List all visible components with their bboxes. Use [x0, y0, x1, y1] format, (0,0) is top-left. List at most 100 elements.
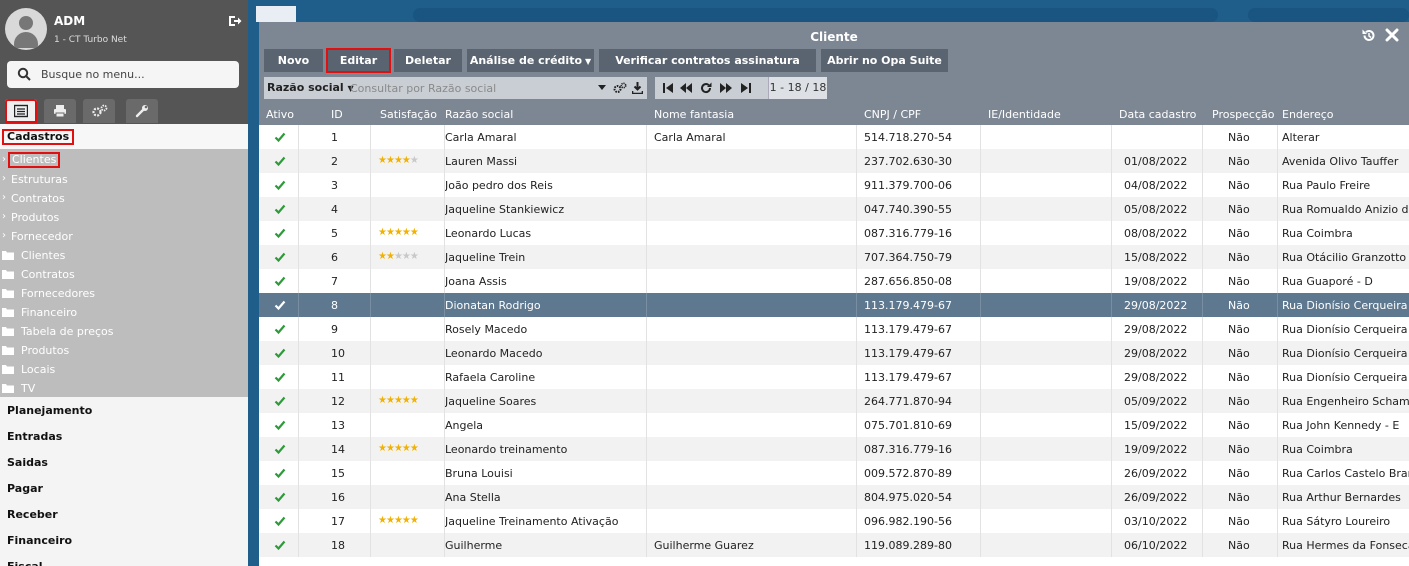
cell-cnpj-cpf: 113.179.479-67 [864, 323, 952, 336]
column-header[interactable]: Prospecção [1212, 108, 1275, 121]
tab-print[interactable] [44, 99, 76, 123]
menu-folder-item[interactable]: Tabela de preços [0, 322, 248, 341]
table-row[interactable]: 12 ★★★★★ Jaqueline Soares 264.771.870-94 05/… [259, 389, 1409, 413]
menu-section-item[interactable]: Entradas [7, 430, 62, 443]
first-page-icon[interactable] [662, 82, 674, 94]
cell-divider [1111, 317, 1112, 341]
table-row[interactable]: 13 Angela 075.701.810-69 15/09/2022 Não Rua J… [259, 413, 1409, 437]
table-row[interactable]: 7 Joana Assis 287.656.850-08 19/08/2022 Não R… [259, 269, 1409, 293]
open-opa-suite-button[interactable]: Abrir no Opa Suite [821, 49, 948, 72]
cell-divider [1111, 173, 1112, 197]
edit-button[interactable]: Editar [326, 48, 391, 73]
download-icon[interactable] [631, 82, 644, 97]
table-row[interactable]: 18 Guilherme Guilherme Guarez 119.089.289-8… [259, 533, 1409, 557]
cell-divider [1202, 293, 1203, 317]
menu-section-item[interactable]: Pagar [7, 482, 43, 495]
verify-contracts-button[interactable]: Verificar contratos assinatura digital [599, 49, 816, 90]
table-row[interactable]: 4 Jaqueline Stankiewicz 047.740.390-55 05/0… [259, 197, 1409, 221]
table-row[interactable]: 17 ★★★★★ Jaqueline Treinamento Ativação 096… [259, 509, 1409, 533]
menu-group-item[interactable]: › Contratos [0, 189, 248, 208]
menu-folder-item[interactable]: TV [0, 379, 248, 398]
menu-folder-item[interactable]: Fornecedores [0, 284, 248, 303]
table-row[interactable]: 16 Ana Stella 804.975.020-54 26/09/2022 Não R… [259, 485, 1409, 509]
delete-button[interactable]: Deletar [394, 49, 462, 72]
table-row[interactable]: 15 Bruna Louisi 009.572.870-89 26/09/2022 Nã… [259, 461, 1409, 485]
table-row[interactable]: 10 Leonardo Macedo 113.179.479-67 29/08/202… [259, 341, 1409, 365]
table-row[interactable]: 5 ★★★★★ Leonardo Lucas 087.316.779-16 08/08/… [259, 221, 1409, 245]
menu-group-item[interactable]: › Clientes [0, 151, 248, 170]
cell-divider [1111, 293, 1112, 317]
cell-data-cadastro: 15/08/2022 [1124, 251, 1188, 264]
column-header[interactable]: Ativo [266, 108, 294, 121]
cell-divider [980, 485, 981, 509]
menu-section-item[interactable]: Planejamento [7, 404, 92, 417]
logout-icon[interactable] [228, 14, 242, 28]
column-header[interactable]: Razão social [445, 108, 513, 121]
cell-divider [646, 485, 647, 509]
menu-group-item[interactable]: › Fornecedor [0, 227, 248, 246]
table-row[interactable]: 11 Rafaela Caroline 113.179.479-67 29/08/20… [259, 365, 1409, 389]
section-title[interactable]: Cadastros [2, 129, 75, 145]
restore-icon[interactable] [1361, 28, 1376, 43]
menu-item-label: Tabela de preços [21, 325, 114, 338]
cell-id: 14 [331, 443, 345, 456]
table-row[interactable]: 9 Rosely Macedo 113.179.479-67 29/08/2022 Nã… [259, 317, 1409, 341]
menu-folder-item[interactable]: Locais [0, 360, 248, 379]
cell-razao-social: Dionatan Rodrigo [445, 299, 541, 312]
tab-registers[interactable] [5, 99, 37, 123]
table-row[interactable]: 3 João pedro dos Reis 911.379.700-06 04/08/… [259, 173, 1409, 197]
cell-divider [856, 485, 857, 509]
menu-group-item[interactable]: › Produtos [0, 208, 248, 227]
previous-page-icon[interactable] [680, 82, 692, 94]
close-icon[interactable] [1385, 28, 1399, 42]
column-header[interactable]: Endereço [1282, 108, 1334, 121]
check-icon [274, 372, 286, 383]
cell-endereco: Rua Guaporé - D [1282, 275, 1373, 288]
menu-folder-item[interactable]: Contratos [0, 265, 248, 284]
cell-prospeccao: Não [1228, 347, 1250, 360]
dropdown-caret-icon[interactable] [597, 82, 607, 95]
next-page-icon[interactable] [720, 82, 732, 94]
column-header[interactable]: ID [331, 108, 343, 121]
last-page-icon[interactable] [740, 82, 752, 94]
menu-section-item[interactable]: Receber [7, 508, 58, 521]
table-row[interactable]: 14 ★★★★★ Leonardo treinamento 087.316.779-1… [259, 437, 1409, 461]
menu-section-item[interactable]: Fiscal [7, 560, 43, 566]
menu-search[interactable] [7, 61, 239, 88]
menu-folder-item[interactable]: Clientes [0, 246, 248, 265]
column-header[interactable]: Nome fantasia [654, 108, 734, 121]
table-row[interactable]: 6 ★★★★★ Jaqueline Trein 707.364.750-79 15/08… [259, 245, 1409, 269]
tab-settings[interactable] [83, 99, 115, 123]
filter-input[interactable] [350, 79, 590, 97]
menu-section-item[interactable]: Saidas [7, 456, 48, 469]
column-header[interactable]: Satisfação [380, 108, 437, 121]
cell-divider [370, 293, 371, 317]
column-header[interactable]: Data cadastro [1119, 108, 1196, 121]
window-title: Cliente [810, 30, 858, 44]
cell-divider [1277, 173, 1278, 197]
column-header[interactable]: IE/Identidade [988, 108, 1061, 121]
refresh-icon[interactable] [700, 82, 712, 94]
cell-divider [856, 365, 857, 389]
credit-analysis-dropdown[interactable]: Análise de crédito ▼ [467, 49, 594, 72]
star-icon: ★ [378, 515, 387, 526]
menu-folder-item[interactable]: Produtos [0, 341, 248, 360]
cell-divider [1202, 413, 1203, 437]
search-input[interactable] [41, 66, 231, 83]
cell-endereco: Rua Romualdo Anizio da C [1282, 203, 1409, 216]
menu-folder-item[interactable]: Financeiro [0, 303, 248, 322]
menu-section-item[interactable]: Financeiro [7, 534, 72, 547]
cell-divider [1111, 413, 1112, 437]
table-row[interactable]: 8 Dionatan Rodrigo 113.179.479-67 29/08/202… [259, 293, 1409, 317]
cell-id: 12 [331, 395, 345, 408]
tab-tools[interactable] [126, 99, 158, 123]
table-row[interactable]: 1 Carla Amaral Carla Amaral 514.718.270-54 N… [259, 125, 1409, 149]
cell-divider [646, 437, 647, 461]
menu-group-item[interactable]: › Estruturas [0, 170, 248, 189]
new-button[interactable]: Novo [264, 49, 323, 72]
table-row[interactable]: 2 ★★★★★ Lauren Massi 237.702.630-30 01/08/20… [259, 149, 1409, 173]
cell-cnpj-cpf: 075.701.810-69 [864, 419, 952, 432]
column-header[interactable]: CNPJ / CPF [864, 108, 921, 121]
filter-field-select[interactable]: Razão social ▼ [267, 81, 354, 94]
advanced-filter-icon[interactable] [613, 82, 627, 97]
